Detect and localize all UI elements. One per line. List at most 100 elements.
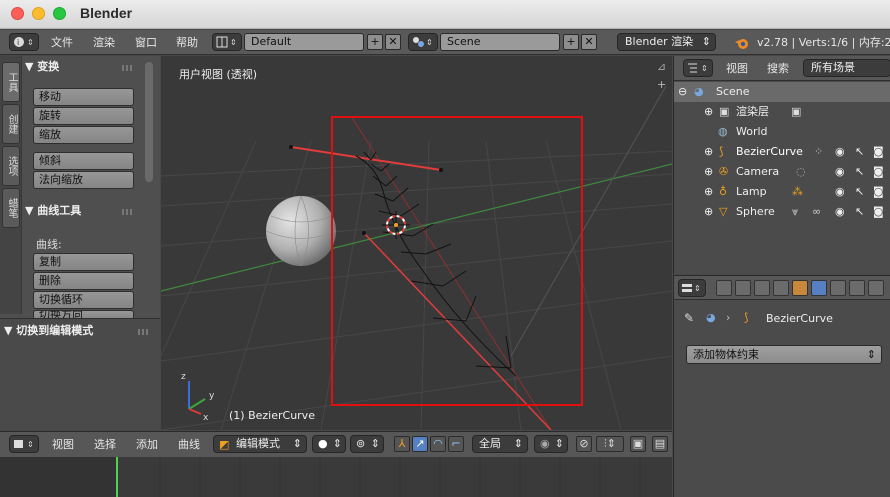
outliner-display-mode-select[interactable]: 所有场景 bbox=[803, 59, 890, 77]
selectable-arrow-icon[interactable]: ↖ bbox=[855, 142, 864, 162]
panel-grip-icon[interactable] bbox=[122, 65, 134, 71]
layout-browse-button[interactable]: ⇕ bbox=[212, 33, 242, 51]
rotate-button[interactable]: 旋转 bbox=[33, 107, 134, 125]
scene-tab-icon[interactable] bbox=[754, 280, 770, 296]
chevron-right-icon: › bbox=[726, 311, 731, 324]
object-tab-icon[interactable] bbox=[792, 280, 808, 296]
outliner-item-world[interactable]: ◍ World bbox=[674, 122, 890, 142]
operator-panel-header[interactable]: ▼ 切换到编辑模式 bbox=[4, 321, 93, 341]
mode-select[interactable]: ◩ 编辑模式 ⇕ bbox=[213, 435, 307, 453]
minimize-window-button[interactable] bbox=[32, 7, 45, 20]
outliner-item-sphere[interactable]: ⊕ ▽ Sphere ⩔ ∞ ◉ ↖ ◙ bbox=[674, 202, 890, 222]
render-engine-select[interactable]: Blender 渲染 ⇕ bbox=[617, 33, 716, 51]
selectable-arrow-icon[interactable]: ↖ bbox=[855, 182, 864, 202]
expand-icon[interactable]: ⊕ bbox=[704, 142, 713, 162]
opengl-render-icon[interactable]: ▤ bbox=[652, 436, 668, 452]
close-window-button[interactable] bbox=[11, 7, 24, 20]
renderable-camera-icon[interactable]: ◙ bbox=[873, 182, 884, 202]
renderable-camera-icon[interactable]: ◙ bbox=[873, 142, 884, 162]
outliner-item-beziercurve[interactable]: ⊕ ⟆ BezierCurve ⁘ ◉ ↖ ◙ bbox=[674, 142, 890, 162]
tilt-button[interactable]: 倾斜 bbox=[33, 152, 134, 170]
menu-select[interactable]: 选择 bbox=[94, 432, 116, 457]
snap-element-icon[interactable]: ⫶⇕ bbox=[596, 436, 624, 452]
tab-grease-pencil[interactable]: 蜡笔 bbox=[2, 188, 20, 228]
scene-name-field[interactable]: Scene bbox=[440, 33, 560, 51]
render-preview-icon[interactable]: ▣ bbox=[630, 436, 646, 452]
editor-type-button[interactable]: i ⇕ bbox=[9, 33, 39, 51]
renderable-camera-icon[interactable]: ◙ bbox=[873, 162, 884, 182]
selectable-arrow-icon[interactable]: ↖ bbox=[855, 162, 864, 182]
menu-file[interactable]: 文件 bbox=[51, 30, 73, 55]
tab-tools[interactable]: 工具 bbox=[2, 62, 20, 102]
transform-panel-header[interactable]: ▼ 变换 bbox=[25, 57, 59, 77]
add-object-constraint-dropdown[interactable]: 添加物体约束 ⇕ bbox=[686, 345, 882, 364]
render-layers-tab-icon[interactable] bbox=[735, 280, 751, 296]
outliner-menu-view[interactable]: 视图 bbox=[726, 56, 748, 81]
curve-tools-panel-header[interactable]: ▼ 曲线工具 bbox=[25, 201, 81, 221]
zoom-window-button[interactable] bbox=[53, 7, 66, 20]
scale-button[interactable]: 缩放 bbox=[33, 126, 134, 144]
move-button[interactable]: 移动 bbox=[33, 88, 134, 106]
visibility-eye-icon[interactable]: ◉ bbox=[835, 162, 845, 182]
layout-name-field[interactable]: Default bbox=[244, 33, 364, 51]
renderable-camera-icon[interactable]: ◙ bbox=[873, 202, 884, 222]
constraints-tab-icon[interactable] bbox=[811, 280, 827, 296]
editor-type-button[interactable]: ⇕ bbox=[678, 279, 706, 297]
modifiers-tab-icon[interactable] bbox=[830, 280, 846, 296]
timeline-area[interactable] bbox=[0, 457, 672, 497]
visibility-eye-icon[interactable]: ◉ bbox=[835, 142, 845, 162]
pin-icon[interactable]: ✎ bbox=[684, 311, 694, 325]
world-tab-icon[interactable] bbox=[773, 280, 789, 296]
panel-grip-icon[interactable] bbox=[122, 209, 134, 215]
expand-icon[interactable]: ⊕ bbox=[704, 182, 713, 202]
render-tab-icon[interactable] bbox=[716, 280, 732, 296]
add-scene-icon[interactable]: + bbox=[563, 34, 579, 50]
tool-shelf-scrollbar[interactable] bbox=[145, 62, 153, 182]
transform-orientation-select[interactable]: 全局 ⇕ bbox=[472, 435, 528, 453]
expand-icon[interactable]: ⊕ bbox=[704, 202, 713, 222]
visibility-eye-icon[interactable]: ◉ bbox=[835, 202, 845, 222]
menu-window[interactable]: 窗口 bbox=[135, 30, 157, 55]
editor-type-button[interactable]: ⇕ bbox=[9, 435, 39, 453]
tab-options[interactable]: 选项 bbox=[2, 146, 20, 186]
3d-viewport[interactable]: z y x 用户视图 (透视) (1) BezierCurve ⊿ + bbox=[161, 56, 672, 430]
menu-help[interactable]: 帮助 bbox=[176, 30, 198, 55]
outliner-menu-search[interactable]: 搜索 bbox=[767, 56, 789, 81]
translate-manipulator-icon[interactable]: ↗ bbox=[412, 436, 428, 452]
proportional-edit-select[interactable]: ◉ ⇕ bbox=[534, 435, 568, 453]
scale-manipulator-icon[interactable]: ⌐ bbox=[448, 436, 464, 452]
pivot-point-select[interactable]: ⊚ ⇕ bbox=[350, 435, 384, 453]
manipulator-toggle-icon[interactable]: ⅄ bbox=[394, 436, 410, 452]
toggle-cyclic-button[interactable]: 切换循环 bbox=[33, 291, 134, 309]
tab-create[interactable]: 创建 bbox=[2, 104, 20, 144]
menu-add[interactable]: 添加 bbox=[136, 432, 158, 457]
outliner-item-camera[interactable]: ⊕ ✇ Camera ◌ ◉ ↖ ◙ bbox=[674, 162, 890, 182]
shrink-fatten-button[interactable]: 法向缩放 bbox=[33, 171, 134, 189]
menu-view[interactable]: 视图 bbox=[52, 432, 74, 457]
expand-icon[interactable]: ⊕ bbox=[704, 162, 713, 182]
menu-render[interactable]: 渲染 bbox=[93, 30, 115, 55]
outliner-item-lamp[interactable]: ⊕ ♁ Lamp ⁂ ◉ ↖ ◙ bbox=[674, 182, 890, 202]
collapse-icon[interactable]: ⊖ bbox=[678, 82, 687, 102]
viewport-corner-icon[interactable]: ⊿ bbox=[657, 60, 671, 74]
delete-scene-icon[interactable]: ✕ bbox=[581, 34, 597, 50]
selectable-arrow-icon[interactable]: ↖ bbox=[855, 202, 864, 222]
material-tab-icon[interactable] bbox=[868, 280, 884, 296]
add-layout-icon[interactable]: + bbox=[367, 34, 383, 50]
snap-toggle-icon[interactable]: ⊘ bbox=[576, 436, 592, 452]
outliner-item-render-layers[interactable]: ⊕ ▣ 渲染层 ▣ bbox=[674, 102, 890, 122]
viewport-shading-select[interactable]: ● ⇕ bbox=[312, 435, 346, 453]
duplicate-button[interactable]: 复制 bbox=[33, 253, 134, 271]
scene-browse-button[interactable]: ⇕ bbox=[408, 33, 438, 51]
menu-curve[interactable]: 曲线 bbox=[178, 432, 200, 457]
delete-button[interactable]: 删除 bbox=[33, 272, 134, 290]
add-region-icon[interactable]: + bbox=[657, 78, 671, 92]
panel-grip-icon[interactable] bbox=[138, 329, 150, 335]
expand-icon[interactable]: ⊕ bbox=[704, 102, 713, 122]
editor-type-button[interactable]: ⇕ bbox=[683, 59, 713, 77]
visibility-eye-icon[interactable]: ◉ bbox=[835, 182, 845, 202]
rotate-manipulator-icon[interactable]: ◠ bbox=[430, 436, 446, 452]
delete-layout-icon[interactable]: ✕ bbox=[385, 34, 401, 50]
data-tab-icon[interactable] bbox=[849, 280, 865, 296]
outliner-item-scene[interactable]: ⊖ ◕ Scene bbox=[674, 82, 890, 102]
